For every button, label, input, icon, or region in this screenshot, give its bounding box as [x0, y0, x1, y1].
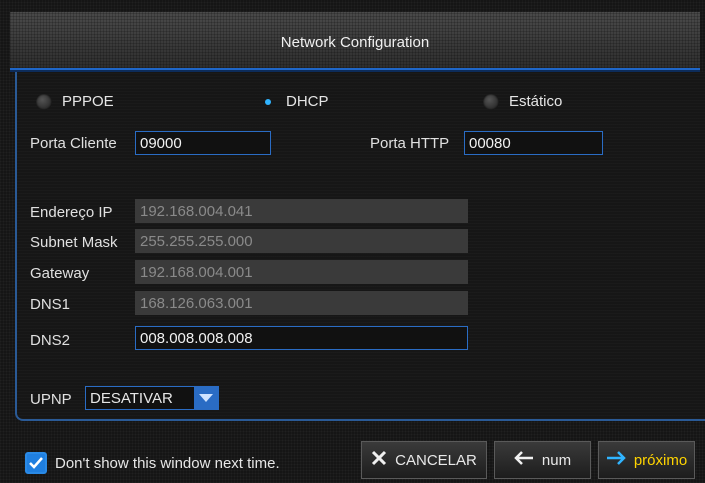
- chevron-down-icon[interactable]: [194, 387, 218, 409]
- next-label: próximo: [633, 451, 688, 469]
- http-port-label: Porta HTTP: [370, 135, 450, 152]
- client-port-label: Porta Cliente: [30, 135, 117, 152]
- dns2-label: DNS2: [30, 332, 71, 349]
- http-port-input[interactable]: 00080: [464, 131, 603, 155]
- radio-dhcp-label: DHCP: [286, 93, 329, 110]
- gateway-field: 192.168.004.001: [135, 260, 468, 284]
- upnp-select[interactable]: DESATIVAR: [85, 386, 219, 410]
- dont-show-label: Don't show this window next time.: [55, 454, 280, 472]
- ip-field: 192.168.004.041: [135, 199, 468, 223]
- radio-on-icon: [260, 94, 276, 110]
- ip-label: Endereço IP: [30, 204, 113, 221]
- radio-off-icon: [483, 93, 499, 110]
- upnp-value: DESATIVAR: [90, 389, 173, 407]
- gateway-label: Gateway: [30, 265, 90, 282]
- radio-dhcp[interactable]: DHCP: [260, 93, 329, 110]
- title-bar: Network Configuration: [10, 12, 700, 70]
- radio-static-label: Estático: [509, 93, 563, 110]
- next-button[interactable]: próximo: [598, 441, 695, 479]
- dont-show-checkbox-row[interactable]: Don't show this window next time.: [25, 452, 280, 474]
- arrow-left-icon: [514, 451, 534, 469]
- checkmark-icon[interactable]: [25, 452, 47, 474]
- radio-pppoe[interactable]: PPPOE: [36, 93, 114, 110]
- dns1-label: DNS1: [30, 296, 71, 313]
- cancel-label: CANCELAR: [395, 451, 477, 469]
- upnp-label: UPNP: [30, 391, 72, 408]
- x-icon: [371, 450, 387, 470]
- dns2-input[interactable]: 008.008.008.008: [135, 326, 468, 350]
- radio-static[interactable]: Estático: [483, 93, 562, 110]
- arrow-right-icon: [606, 451, 626, 469]
- previous-label: num: [541, 451, 572, 469]
- network-config-window: Network Configuration PPPOE DHCP Estátic…: [0, 0, 705, 483]
- subnet-mask-label: Subnet Mask: [30, 234, 118, 251]
- dns1-field: 168.126.063.001: [135, 291, 468, 315]
- window-title: Network Configuration: [280, 34, 430, 51]
- cancel-button[interactable]: CANCELAR: [361, 441, 487, 479]
- radio-off-icon: [36, 93, 52, 110]
- client-port-input[interactable]: 09000: [135, 131, 271, 155]
- subnet-mask-field: 255.255.255.000: [135, 229, 468, 253]
- previous-button[interactable]: num: [494, 441, 591, 479]
- radio-pppoe-label: PPPOE: [62, 93, 114, 110]
